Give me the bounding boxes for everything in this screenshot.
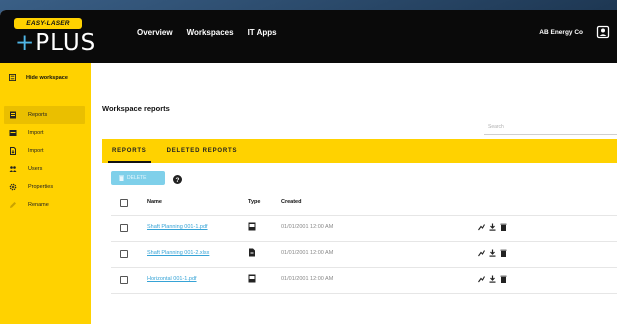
sidebar-item-properties[interactable]: Properties bbox=[4, 178, 85, 196]
created-date: 01/01/2001 12:00 AM bbox=[281, 250, 334, 256]
tab-deleted-reports[interactable]: DELETED REPORTS bbox=[157, 139, 248, 163]
sidebar-item-label: Rename bbox=[28, 202, 49, 208]
delete-button[interactable]: DELETE bbox=[111, 171, 165, 185]
row-checkbox[interactable] bbox=[120, 276, 128, 284]
menu-icon bbox=[9, 74, 16, 81]
help-icon[interactable]: ? bbox=[173, 175, 182, 184]
pencil-icon bbox=[10, 202, 16, 208]
created-date: 01/01/2001 12:00 AM bbox=[281, 224, 334, 230]
table-row: Shaft Planning 001-1.pdf 01/01/2001 12:0… bbox=[111, 216, 617, 242]
row-checkbox[interactable] bbox=[120, 250, 128, 258]
user-menu-icon[interactable] bbox=[596, 25, 610, 39]
row-actions bbox=[478, 275, 507, 283]
download-icon[interactable] bbox=[489, 223, 496, 231]
sidebar-item-label: Users bbox=[28, 166, 43, 172]
reports-table: Name Type Created Shaft Planning 001-1.p… bbox=[111, 193, 617, 294]
row-actions bbox=[478, 223, 507, 231]
svg-text:?: ? bbox=[176, 177, 180, 184]
nav-it-apps[interactable]: IT Apps bbox=[248, 28, 277, 37]
app-window: EASY-LASER +PLUS Overview Workspaces IT … bbox=[0, 10, 617, 324]
download-icon[interactable] bbox=[489, 249, 496, 257]
sidebar-item-label: Import bbox=[28, 130, 44, 136]
download-icon[interactable] bbox=[489, 275, 496, 283]
table-row: Horizontal 001-1.pdf 01/01/2001 12:00 AM bbox=[111, 268, 617, 294]
user-name[interactable]: AB Energy Co bbox=[539, 29, 583, 36]
file-icon bbox=[249, 248, 255, 257]
select-all-checkbox[interactable] bbox=[120, 199, 128, 207]
logo-badge: EASY-LASER bbox=[14, 18, 82, 29]
share-icon[interactable] bbox=[478, 223, 485, 231]
report-doc-icon bbox=[248, 222, 256, 231]
hide-workspace-toggle[interactable]: Hide workspace bbox=[9, 74, 68, 81]
logo-wordmark: +PLUS bbox=[15, 30, 97, 56]
table-row: Shaft Planning 001-2.xlsx 01/01/2001 12:… bbox=[111, 242, 617, 268]
sidebar-item-import[interactable]: Import bbox=[4, 124, 85, 142]
trash-icon[interactable] bbox=[500, 249, 507, 257]
import-icon bbox=[9, 130, 17, 136]
hide-workspace-label: Hide workspace bbox=[26, 74, 68, 81]
users-icon bbox=[9, 166, 17, 172]
sidebar-item-label: Reports bbox=[28, 112, 48, 118]
row-actions bbox=[478, 249, 507, 257]
share-icon[interactable] bbox=[478, 275, 485, 283]
logo-word: PLUS bbox=[35, 30, 97, 56]
search-input[interactable] bbox=[484, 120, 617, 135]
delete-label: DELETE bbox=[127, 175, 147, 181]
report-doc-icon bbox=[248, 274, 256, 283]
report-link[interactable]: Shaft Planning 001-2.xlsx bbox=[147, 250, 209, 256]
main-content: Workspace reports REPORTS DELETED REPORT… bbox=[91, 63, 617, 324]
trash-icon[interactable] bbox=[500, 275, 507, 283]
sidebar-item-file-import[interactable]: Import bbox=[4, 142, 85, 160]
share-icon[interactable] bbox=[478, 249, 485, 257]
sidebar-item-users[interactable]: Users bbox=[4, 160, 85, 178]
sidebar-menu: Reports Import Import Users Properties R… bbox=[4, 106, 85, 214]
sidebar: Hide workspace Reports Import Import Use… bbox=[0, 63, 91, 324]
table-header: Name Type Created bbox=[111, 193, 617, 216]
header-type[interactable]: Type bbox=[248, 199, 260, 205]
header-created[interactable]: Created bbox=[281, 199, 301, 205]
trash-icon bbox=[119, 175, 124, 181]
page-title: Workspace reports bbox=[102, 104, 170, 113]
tab-reports[interactable]: REPORTS bbox=[102, 139, 157, 163]
file-import-icon bbox=[10, 147, 16, 155]
report-icon bbox=[10, 111, 16, 119]
header-name[interactable]: Name bbox=[147, 199, 162, 205]
report-link[interactable]: Horizontal 001-1.pdf bbox=[147, 276, 197, 282]
nav-overview[interactable]: Overview bbox=[137, 28, 173, 37]
sidebar-item-label: Import bbox=[28, 148, 44, 154]
report-tabs: REPORTS DELETED REPORTS bbox=[102, 139, 617, 163]
trash-icon[interactable] bbox=[500, 223, 507, 231]
report-link[interactable]: Shaft Planning 001-1.pdf bbox=[147, 224, 208, 230]
gear-icon bbox=[9, 183, 17, 191]
top-bar: EASY-LASER +PLUS Overview Workspaces IT … bbox=[0, 10, 617, 63]
nav-workspaces[interactable]: Workspaces bbox=[187, 28, 234, 37]
sidebar-item-label: Properties bbox=[28, 184, 54, 190]
created-date: 01/01/2001 12:00 AM bbox=[281, 276, 334, 282]
easy-laser-logo[interactable]: EASY-LASER +PLUS bbox=[12, 16, 95, 58]
main-nav: Overview Workspaces IT Apps bbox=[137, 28, 277, 37]
row-checkbox[interactable] bbox=[120, 224, 128, 232]
sidebar-item-reports[interactable]: Reports bbox=[4, 106, 85, 124]
sidebar-item-rename[interactable]: Rename bbox=[4, 196, 85, 214]
